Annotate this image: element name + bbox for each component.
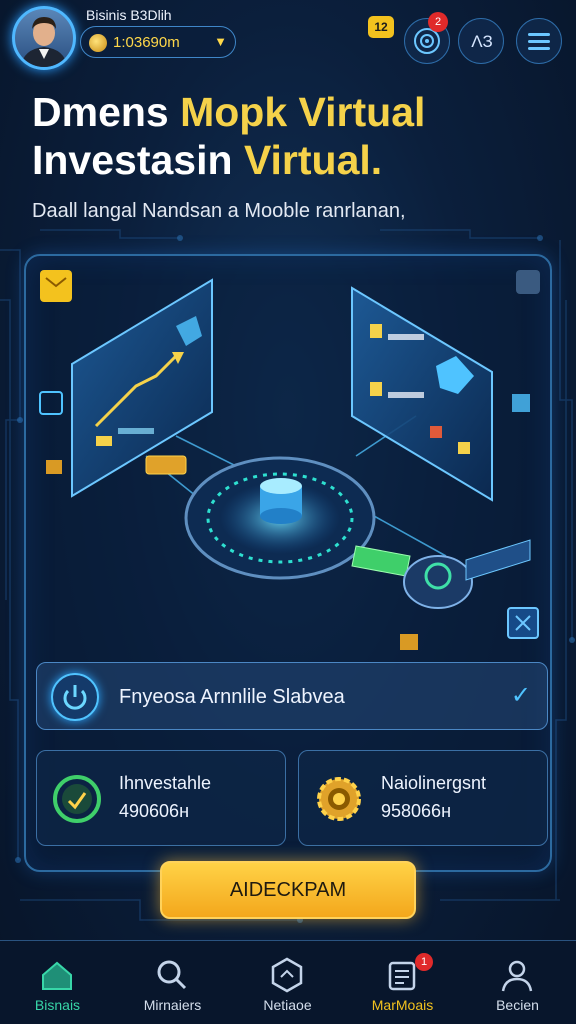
level-text: ΛЗ [471, 32, 493, 51]
profile-icon [501, 960, 533, 992]
stat-label: Ihnvestahle [119, 773, 212, 793]
strategy-selector[interactable]: Fnyeosa Arnnlile Slabvea ✓ [36, 662, 548, 730]
nav-item-search[interactable]: Mirnaiers [115, 941, 230, 1024]
nav-item-profile[interactable]: Becien [460, 941, 575, 1024]
page-title: Dmens Mopk Virtual Investasin Virtual. [32, 88, 552, 184]
title-line1-gold: Mopk Virtual [180, 89, 426, 135]
cube-icon [271, 957, 303, 993]
bottom-nav: Bisnais Mirnaiers Netiaoe 1 MarMoais Bec… [0, 940, 576, 1024]
level-badge[interactable]: 12 [368, 16, 394, 38]
gear-coin-icon [317, 777, 361, 821]
title-line2-white: Investasin [32, 137, 244, 183]
nav-label: MarMoais [371, 997, 434, 1013]
title-line1-white: Dmens [32, 89, 181, 135]
nav-label: Bisnais [34, 997, 81, 1013]
strategy-label: Fnyeosa Arnnlile Slabvea [119, 686, 345, 708]
green-card [351, 545, 411, 577]
stat-investable[interactable]: Ihnvestahle 490606н [36, 750, 286, 846]
balance-value: 1:03690m [113, 34, 180, 51]
nav-badge: 1 [415, 953, 433, 971]
stat-management[interactable]: Naiolinergsnt 958066н [298, 750, 548, 846]
dashboard-screen [351, 286, 493, 502]
core-platform [184, 456, 376, 580]
search-icon [157, 960, 187, 990]
nav-label: Becien [496, 997, 539, 1013]
investment-card: Fnyeosa Arnnlile Slabvea ✓ Ihnvestahle 4… [24, 254, 552, 872]
title-line2-gold: Virtual. [243, 137, 383, 183]
check-icon: ✓ [510, 682, 531, 709]
power-icon [51, 673, 99, 721]
chevron-down-icon: ▼ [214, 34, 227, 49]
username: Bisinis B3Dlih [86, 7, 172, 23]
nav-label: Netiaoe [263, 997, 312, 1013]
growth-icon [53, 775, 101, 823]
top-header: Bisinis B3Dlih 1:03690m ▼ 12 2 ΛЗ [0, 0, 576, 84]
coin-dial [403, 539, 531, 609]
nav-item-home[interactable]: Bisnais [0, 941, 115, 1024]
stat-value: 490606н [119, 801, 190, 821]
stat-value: 958066н [381, 801, 452, 821]
primary-cta-button[interactable]: AIDECKPAM [160, 861, 416, 919]
stat-label: Naiolinergsnt [381, 773, 487, 793]
avatar-portrait [21, 17, 67, 67]
coin-icon [89, 34, 107, 52]
collapse-icon [516, 270, 540, 294]
nav-item-messages[interactable]: 1 MarMoais [345, 941, 460, 1024]
isometric-illustration [39, 270, 540, 650]
home-icon [42, 961, 72, 990]
level-button[interactable]: ΛЗ [458, 18, 504, 64]
menu-button[interactable] [516, 18, 562, 64]
page-subtitle: Daall langal Nandsan a Mooble ranrlanan, [32, 200, 406, 222]
nav-label: Mirnaiers [143, 997, 202, 1013]
balance-dropdown[interactable]: 1:03690m ▼ [80, 26, 236, 58]
check-box-icon [39, 391, 63, 415]
avatar[interactable] [12, 6, 76, 70]
notification-badge: 2 [428, 12, 448, 32]
chart-screen [71, 278, 213, 498]
nav-item-network[interactable]: Netiaoe [230, 941, 345, 1024]
hamburger-icon [528, 33, 550, 50]
